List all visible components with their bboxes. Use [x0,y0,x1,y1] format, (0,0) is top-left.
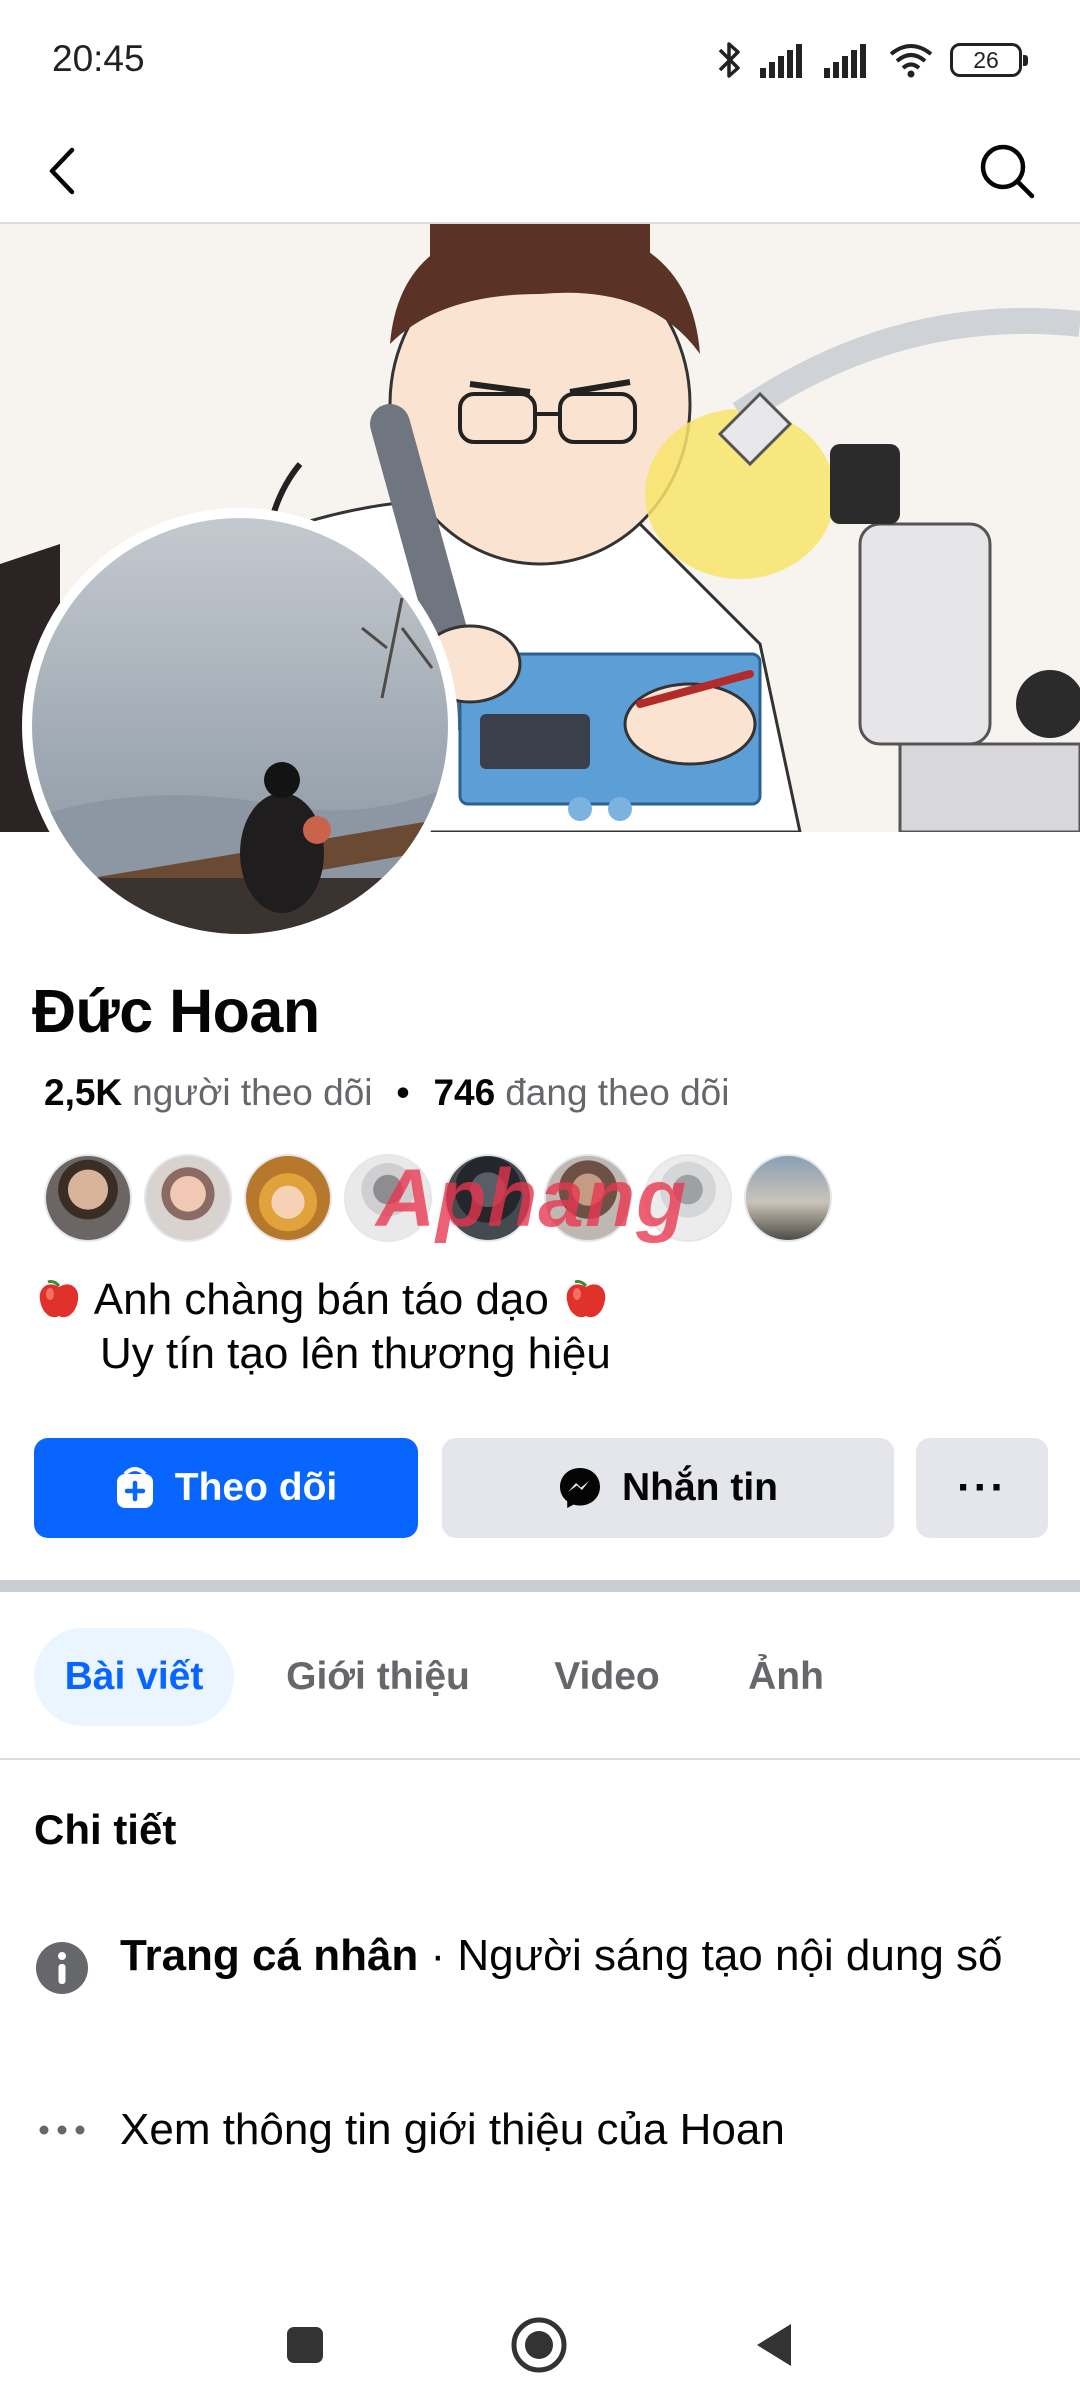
details-title: Chi tiết [34,1806,177,1853]
system-back-button[interactable] [740,2310,810,2380]
follow-button[interactable]: Theo dõi [34,1438,418,1538]
profile-bio: Anh chàng bán táo dạo Uy tín tạo lên thư… [34,1272,611,1381]
more-options-icon: ··· [957,1463,1007,1512]
info-icon [36,1942,88,1994]
detail-see-about-text[interactable]: Xem thông tin giới thiệu của Hoan [120,2100,785,2160]
profile-avatar[interactable] [22,508,458,944]
followers-count[interactable]: 2,5K [44,1072,122,1114]
follower-avatar[interactable] [344,1154,432,1242]
home-circle-icon [511,2317,567,2373]
follower-avatar[interactable] [444,1154,532,1242]
bio-text-1: Anh chàng bán táo dạo [93,1275,549,1324]
following-label[interactable]: đang theo dõi [505,1072,729,1114]
detail-page-type-bold: Trang cá nhân [120,1931,419,1980]
status-time: 20:45 [52,38,145,79]
detail-page-type: Trang cá nhân · Người sáng tạo nội dung … [34,1926,1044,1996]
bluetooth-icon [718,42,740,78]
profile-tabs: Bài viết Giới thiệu Video Ảnh [0,1596,1080,1760]
signal-icon [760,44,802,78]
profile-name: Đức Hoan [32,977,320,1045]
apple-icon [39,1280,79,1318]
wifi-icon [889,44,933,78]
bio-line-2: Uy tín tạo lên thương hiệu [100,1329,611,1378]
back-button[interactable] [38,138,94,204]
status-bar: 20:45 26 [0,0,1080,120]
follower-avatars [44,1154,832,1244]
home-button[interactable] [504,2310,574,2380]
follow-icon [116,1467,153,1508]
follower-avatar[interactable] [244,1154,332,1242]
system-navigation-bar [0,2290,1080,2400]
tab-posts[interactable]: Bài viết [34,1628,234,1726]
search-icon [980,144,1035,199]
tab-video[interactable]: Video [534,1628,680,1726]
follow-label: Theo dõi [174,1466,338,1509]
detail-page-type-text: Trang cá nhân · Người sáng tạo nội dung … [120,1926,1003,1986]
more-options-button[interactable]: ··· [916,1438,1048,1538]
section-divider [0,1580,1080,1592]
bio-line-1: Anh chàng bán táo dạo [34,1272,611,1327]
stats-separator: • [396,1072,410,1113]
following-count[interactable]: 746 [433,1072,495,1114]
messenger-icon [560,1468,600,1508]
tab-photos[interactable]: Ảnh [726,1628,846,1726]
more-dots-icon [39,2125,85,2135]
message-button[interactable]: Nhắn tin [442,1438,894,1538]
message-label: Nhắn tin [622,1466,778,1509]
follower-avatar[interactable] [44,1154,132,1242]
follower-avatar[interactable] [544,1154,632,1242]
search-button[interactable] [974,138,1040,204]
signal-icon [824,44,866,78]
follower-avatar[interactable] [744,1154,832,1242]
follower-avatar[interactable] [644,1154,732,1242]
recent-apps-button[interactable] [270,2310,340,2380]
square-icon [287,2327,323,2363]
top-navigation [0,120,1080,224]
apple-icon [566,1280,606,1318]
chevron-left-icon [49,147,75,195]
detail-see-about[interactable]: Xem thông tin giới thiệu của Hoan [34,2100,1044,2160]
battery-icon: 26 [950,43,1028,77]
triangle-back-icon [757,2324,791,2366]
follower-avatar[interactable] [144,1154,232,1242]
tab-about[interactable]: Giới thiệu [268,1628,488,1726]
avatar-photo [32,518,448,934]
detail-page-type-rest: · Người sáng tạo nội dung số [418,1931,1003,1980]
status-icons: 26 [716,36,1028,84]
follow-stats: 2,5K người theo dõi • 746 đang theo dõi [44,1072,729,1114]
followers-label[interactable]: người theo dõi [132,1072,372,1114]
